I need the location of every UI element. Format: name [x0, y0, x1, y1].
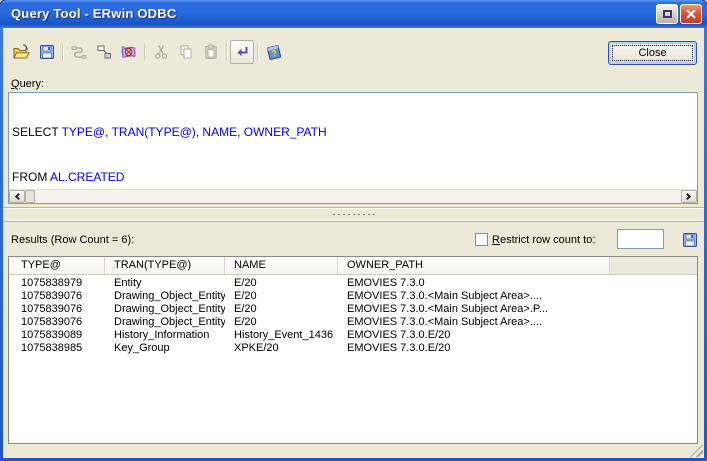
open-folder-icon [13, 44, 31, 60]
toolbar-separator [144, 43, 145, 61]
cell-name: E/20 [225, 316, 338, 329]
execute-return-arrow-icon [234, 44, 250, 60]
cell-tran-type: Drawing_Object_Entity [105, 303, 225, 316]
scroll-right-button[interactable] [681, 190, 697, 203]
cell-owner-path: EMOVIES 7.3.0.E/20 [338, 342, 610, 355]
splitter-dots-icon [331, 213, 377, 216]
paste-icon [203, 44, 219, 60]
close-icon [686, 9, 696, 19]
scrollbar-thumb[interactable] [25, 190, 35, 203]
chevron-left-icon [15, 193, 22, 200]
query-label: Query: [11, 78, 44, 90]
floppy-disk-icon [39, 44, 55, 60]
window-title: Query Tool - ERwin ODBC [11, 6, 176, 21]
cell-owner-path: EMOVIES 7.3.0.<Main Subject Area>.... [338, 290, 610, 303]
cell-type: 1075839076 [9, 316, 105, 329]
restrict-row-count-checkbox[interactable] [475, 233, 488, 246]
cell-name: E/20 [225, 290, 338, 303]
close-window-button[interactable] [680, 4, 702, 24]
cell-tran-type: Drawing_Object_Entity [105, 290, 225, 303]
paste-button [198, 40, 223, 64]
column-header-filler [610, 257, 697, 274]
cell-tran-type: History_Information [105, 329, 225, 342]
cell-tran-type: Entity [105, 277, 225, 290]
cut-button [148, 40, 173, 64]
close-button[interactable]: Close [608, 41, 697, 65]
column-header-name[interactable]: NAME [225, 257, 338, 274]
toolbar: ? [9, 39, 286, 65]
cell-name: History_Event_1436 [225, 329, 338, 342]
table-row[interactable]: 1075838985 Key_Group XPKE/20 EMOVIES 7.3… [9, 342, 697, 355]
maximize-icon [663, 10, 672, 18]
table-header: TYPE@ TRAN(TYPE@) NAME OWNER_PATH [9, 257, 697, 275]
toolbar-separator [226, 43, 227, 61]
column-header-tran-type[interactable]: TRAN(TYPE@) [105, 257, 225, 274]
titlebar[interactable]: Query Tool - ERwin ODBC [0, 0, 707, 28]
sql-text[interactable]: SELECT TYPE@, TRAN(TYPE@), NAME, OWNER_P… [9, 93, 697, 189]
cell-owner-path: EMOVIES 7.3.0.<Main Subject Area>.P... [338, 303, 610, 316]
cell-tran-type: Drawing_Object_Entity [105, 316, 225, 329]
table-row[interactable]: 1075839089 History_Information History_E… [9, 329, 697, 342]
cell-type: 1075839076 [9, 290, 105, 303]
column-header-owner-path[interactable]: OWNER_PATH [338, 257, 610, 274]
linked-boxes-button[interactable] [91, 40, 116, 64]
help-button[interactable]: ? [261, 40, 286, 64]
floppy-disk-icon [682, 232, 698, 248]
table-row[interactable]: 1075838979 Entity E/20 EMOVIES 7.3.0 [9, 277, 697, 290]
table-row[interactable]: 1075839076 Drawing_Object_Entity E/20 EM… [9, 303, 697, 316]
splitter-handle[interactable] [3, 208, 704, 221]
cell-name: XPKE/20 [225, 342, 338, 355]
cell-owner-path: EMOVIES 7.3.0.<Main Subject Area>.... [338, 316, 610, 329]
maximize-button[interactable] [656, 4, 678, 24]
restrict-row-count-input[interactable] [617, 229, 664, 249]
cell-type: 1075838979 [9, 277, 105, 290]
table-row[interactable]: 1075839076 Drawing_Object_Entity E/20 EM… [9, 290, 697, 303]
results-table: TYPE@ TRAN(TYPE@) NAME OWNER_PATH 107583… [8, 256, 698, 444]
cell-tran-type: Key_Group [105, 342, 225, 355]
open-query-button[interactable] [9, 40, 34, 64]
query-editor[interactable]: SELECT TYPE@, TRAN(TYPE@), NAME, OWNER_P… [8, 92, 698, 204]
query-tool-window: Query Tool - ERwin ODBC [0, 0, 707, 461]
blocked-connection-button[interactable] [116, 40, 141, 64]
scroll-left-button[interactable] [9, 190, 25, 203]
column-header-type[interactable]: TYPE@ [9, 257, 105, 274]
toolbar-separator [257, 43, 258, 61]
cell-type: 1075839076 [9, 303, 105, 316]
query-horizontal-scrollbar[interactable] [9, 189, 697, 203]
sql-line-2: FROM AL.CREATED [12, 170, 694, 185]
chain-link-button [66, 40, 91, 64]
blocked-connection-icon [120, 44, 137, 60]
chevron-right-icon [684, 193, 691, 200]
save-query-button[interactable] [34, 40, 59, 64]
scissors-icon [153, 44, 169, 60]
help-book-icon: ? [265, 44, 283, 61]
cell-owner-path: EMOVIES 7.3.0.E/20 [338, 329, 610, 342]
execute-query-button[interactable] [230, 40, 254, 64]
toolbar-separator [62, 43, 63, 61]
resize-grip[interactable] [690, 444, 703, 457]
cell-type: 1075839089 [9, 329, 105, 342]
restrict-row-count-label: Restrict row count to: [492, 234, 595, 246]
cell-type: 1075838985 [9, 342, 105, 355]
copy-button [173, 40, 198, 64]
table-body: 1075838979 Entity E/20 EMOVIES 7.3.0 107… [9, 275, 697, 355]
sql-line-1: SELECT TYPE@, TRAN(TYPE@), NAME, OWNER_P… [12, 125, 694, 140]
cell-name: E/20 [225, 303, 338, 316]
client-area: ? Close Query: SELECT TYPE@, TRAN(TYPE@)… [3, 28, 704, 458]
chain-link-icon [71, 44, 87, 60]
scrollbar-track[interactable] [35, 190, 681, 203]
cell-name: E/20 [225, 277, 338, 290]
cell-owner-path: EMOVIES 7.3.0 [338, 277, 610, 290]
table-row[interactable]: 1075839076 Drawing_Object_Entity E/20 EM… [9, 316, 697, 329]
results-count-label: Results (Row Count = 6): [11, 234, 134, 246]
copy-icon [178, 44, 194, 60]
window-buttons [656, 4, 702, 24]
linked-boxes-icon [96, 44, 112, 60]
save-results-button[interactable] [681, 231, 699, 249]
